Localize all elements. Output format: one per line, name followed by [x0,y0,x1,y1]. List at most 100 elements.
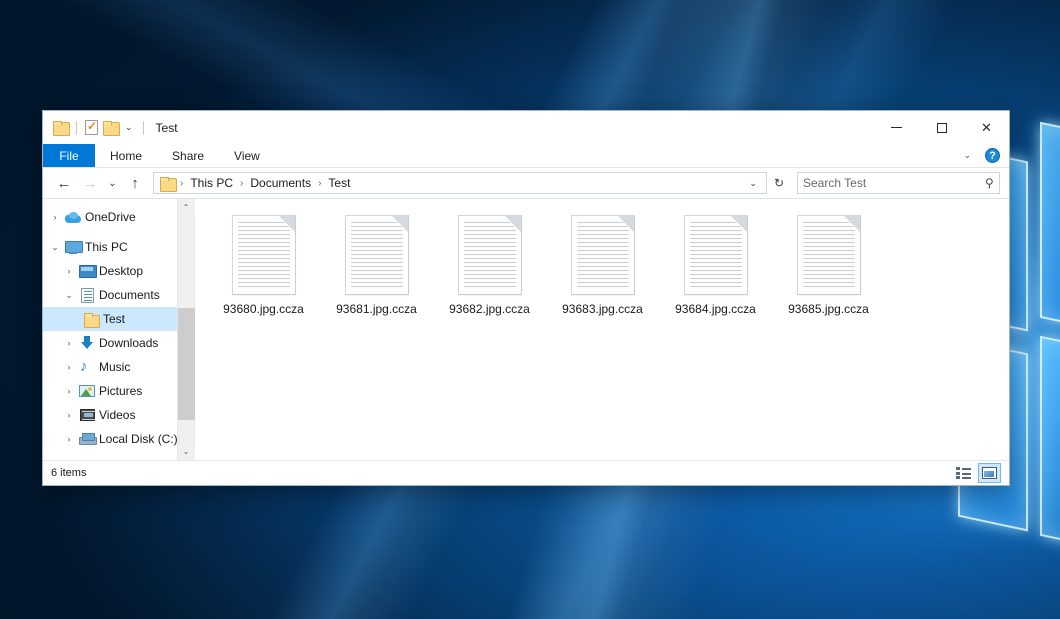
twisty-collapsed-icon[interactable]: › [61,338,77,348]
generic-file-icon [232,215,296,295]
sidebar-item-onedrive[interactable]: › OneDrive [43,205,194,229]
file-name: 93685.jpg.ccza [788,302,869,316]
search-icon[interactable]: ⚲ [985,176,994,190]
help-icon[interactable]: ? [985,148,1000,163]
file-name: 93680.jpg.ccza [223,302,304,316]
breadcrumb-bar[interactable]: › This PC › Documents › Test ⌄ [153,172,767,194]
new-folder-icon[interactable] [103,121,118,134]
view-toggle-group [952,463,1001,483]
sidebar-item-label: OneDrive [83,210,136,224]
sidebar-item-local-disk[interactable]: › Local Disk (C:) [43,427,194,451]
close-icon: ✕ [981,120,992,136]
sidebar-item-downloads[interactable]: › Downloads [43,331,194,355]
search-box[interactable]: ⚲ [797,172,1000,194]
folder-icon[interactable] [53,121,68,134]
pictures-icon [77,385,97,397]
tab-share[interactable]: Share [157,144,219,167]
file-item[interactable]: 93685.jpg.ccza [772,213,885,331]
file-item[interactable]: 93681.jpg.ccza [320,213,433,331]
generic-file-icon [684,215,748,295]
back-button[interactable]: ← [52,172,76,194]
file-item[interactable]: 93684.jpg.ccza [659,213,772,331]
scrollbar-thumb[interactable] [178,308,195,420]
twisty-collapsed-icon[interactable]: › [61,410,77,420]
music-icon: ♪ [77,360,97,374]
sidebar-item-label: Desktop [97,264,143,278]
generic-file-icon [345,215,409,295]
local-disk-icon [77,433,97,445]
twisty-collapsed-icon[interactable]: › [47,212,63,222]
close-button[interactable]: ✕ [964,111,1009,144]
generic-file-icon [797,215,861,295]
documents-icon [77,288,97,303]
file-item[interactable]: 93682.jpg.ccza [433,213,546,331]
breadcrumb-separator-2[interactable]: › [317,178,322,189]
ribbon-tab-bar: File Home Share View ⌄ ? [43,144,1009,168]
breadcrumb-folder-icon[interactable] [160,177,175,190]
sidebar-item-label: Videos [97,408,135,422]
breadcrumb-item-test[interactable]: Test [323,175,355,191]
navigation-tree: › OneDrive ⌄ This PC › Desktop [43,199,194,460]
downloads-icon [77,336,97,350]
file-item[interactable]: 93680.jpg.ccza [207,213,320,331]
sidebar-item-documents[interactable]: ⌄ Documents [43,283,194,307]
sidebar-item-music[interactable]: › ♪ Music [43,355,194,379]
twisty-collapsed-icon[interactable]: › [61,386,77,396]
file-grid: 93680.jpg.ccza 93681.jpg.ccza 93682.jpg.… [207,213,1009,331]
twisty-expanded-icon[interactable]: ⌄ [61,290,77,301]
navigation-pane: › OneDrive ⌄ This PC › Desktop [43,199,195,460]
sidebar-item-this-pc[interactable]: ⌄ This PC [43,235,194,259]
customize-chevron-icon[interactable]: ⌄ [123,123,135,132]
expand-ribbon-chevron-icon[interactable]: ⌄ [955,150,979,161]
recent-locations-button[interactable]: ⌄ [104,172,121,194]
sidebar-item-label: Pictures [97,384,142,398]
scrollbar-track[interactable] [178,216,195,443]
twisty-expanded-icon[interactable]: ⌄ [47,242,63,253]
tab-view[interactable]: View [219,144,275,167]
breadcrumb: › This PC › Documents › Test [159,175,744,191]
details-view-button[interactable] [952,463,975,483]
scroll-up-button[interactable]: ⌃ [178,199,195,216]
file-list-pane[interactable]: 93680.jpg.ccza 93681.jpg.ccza 93682.jpg.… [195,199,1009,460]
desktop: ⌄ Test ✕ File Home Share View ⌄ ? ← → [0,0,1060,619]
address-dropdown-chevron-icon[interactable]: ⌄ [744,178,762,189]
breadcrumb-item-documents[interactable]: Documents [245,175,316,191]
search-input[interactable] [803,176,985,190]
large-icons-view-icon [982,467,997,479]
twisty-collapsed-icon[interactable]: › [61,434,77,444]
window-body: › OneDrive ⌄ This PC › Desktop [43,198,1009,460]
minimize-button[interactable] [874,111,919,144]
window-controls: ✕ [874,111,1009,144]
quick-access-toolbar: ⌄ [43,120,147,135]
item-count-label: 6 items [51,467,86,479]
file-name: 93682.jpg.ccza [449,302,530,316]
minimize-icon [891,127,902,128]
title-bar: ⌄ Test ✕ [43,111,1009,144]
navigation-scrollbar[interactable]: ⌃ ⌄ [177,199,194,460]
sidebar-item-label: Documents [97,288,160,302]
refresh-icon[interactable]: ↻ [769,176,789,190]
tab-home[interactable]: Home [95,144,157,167]
sidebar-item-videos[interactable]: › Videos [43,403,194,427]
twisty-collapsed-icon[interactable]: › [61,266,77,276]
forward-button: → [78,172,102,194]
sidebar-item-desktop[interactable]: › Desktop [43,259,194,283]
twisty-collapsed-icon[interactable]: › [61,362,77,372]
sidebar-item-label: Local Disk (C:) [97,432,178,446]
file-item[interactable]: 93683.jpg.ccza [546,213,659,331]
breadcrumb-separator-1[interactable]: › [239,178,244,189]
breadcrumb-separator-0[interactable]: › [179,178,184,189]
maximize-button[interactable] [919,111,964,144]
qat-divider-2 [143,121,144,135]
sidebar-item-test[interactable]: Test [43,307,194,331]
generic-file-icon [458,215,522,295]
tab-file[interactable]: File [43,144,95,167]
large-icons-view-button[interactable] [978,463,1001,483]
sidebar-item-pictures[interactable]: › Pictures [43,379,194,403]
properties-icon[interactable] [85,120,98,135]
address-bar: ← → ⌄ ↑ › This PC › Documents › Test ⌄ ↻ [43,168,1009,198]
up-button[interactable]: ↑ [123,172,147,194]
breadcrumb-item-this-pc[interactable]: This PC [185,175,238,191]
scroll-down-button[interactable]: ⌄ [178,443,195,460]
sidebar-item-label: Downloads [97,336,158,350]
